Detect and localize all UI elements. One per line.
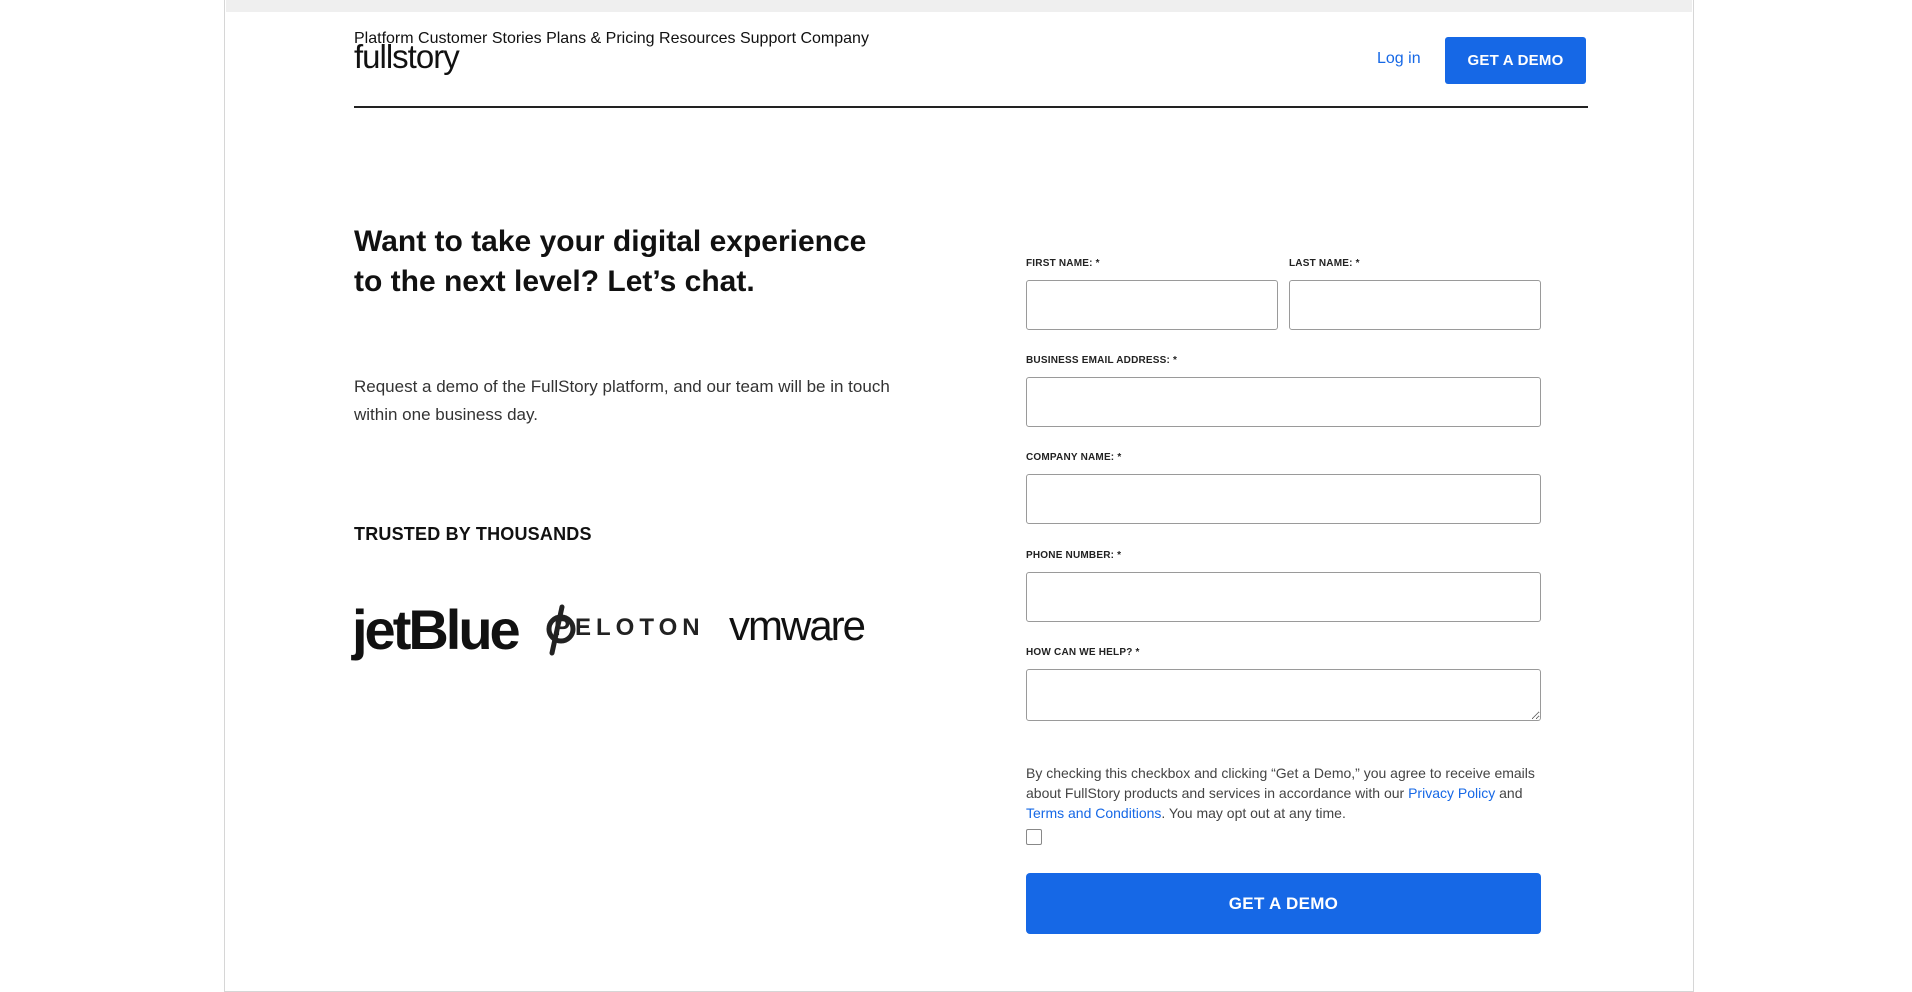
business-email-input[interactable] [1026, 377, 1541, 427]
jetblue-logo: jetBlue [352, 598, 521, 661]
consent-text: By checking this checkbox and clicking “… [1026, 763, 1541, 823]
customer-logos: jetBlue PELOTON vmware [352, 595, 892, 665]
peloton-logo: PELOTON [554, 614, 705, 641]
hero-subtext: Request a demo of the FullStory platform… [354, 377, 890, 424]
email-label: BUSINESS EMAIL ADDRESS: * [1026, 355, 1178, 366]
nav-item-resources[interactable]: Resources [659, 30, 735, 47]
consent-text-and: and [1495, 785, 1523, 801]
last-name-input[interactable] [1289, 280, 1541, 330]
terms-conditions-link[interactable]: Terms and Conditions [1026, 805, 1161, 821]
login-link[interactable]: Log in [1377, 50, 1421, 68]
consent-checkbox[interactable] [1026, 829, 1042, 845]
header-get-demo-button[interactable]: GET A DEMO [1445, 37, 1586, 84]
company-name-input[interactable] [1026, 474, 1541, 524]
site-header: fullstory Platform Customer Stories Plan… [354, 30, 1588, 108]
help-label: HOW CAN WE HELP? * [1026, 647, 1140, 658]
first-name-input[interactable] [1026, 280, 1278, 330]
nav-item-company[interactable]: Company [800, 30, 868, 47]
nav-item-support[interactable]: Support [740, 30, 796, 47]
trusted-heading: TRUSTED BY THOUSANDS [354, 524, 592, 544]
hero-headline: Want to take your digital experience to … [354, 225, 867, 298]
phone-number-input[interactable] [1026, 572, 1541, 622]
fullstory-logo[interactable]: fullstory [354, 38, 460, 76]
company-name-label: COMPANY NAME: * [1026, 452, 1122, 463]
get-demo-submit-button[interactable]: GET A DEMO [1026, 873, 1541, 934]
consent-text-part2: . You may opt out at any time. [1161, 805, 1346, 821]
vmware-logo: vmware [729, 602, 866, 649]
privacy-policy-link[interactable]: Privacy Policy [1408, 785, 1495, 801]
main-nav: Platform Customer Stories Plans & Pricin… [354, 30, 1588, 48]
how-can-we-help-textarea[interactable] [1026, 669, 1541, 721]
phone-number-label: PHONE NUMBER: * [1026, 550, 1122, 561]
nav-item-plans-pricing[interactable]: Plans & Pricing [546, 30, 655, 47]
first-name-label: FIRST NAME: * [1026, 258, 1100, 269]
last-name-label: LAST NAME: * [1289, 258, 1360, 269]
